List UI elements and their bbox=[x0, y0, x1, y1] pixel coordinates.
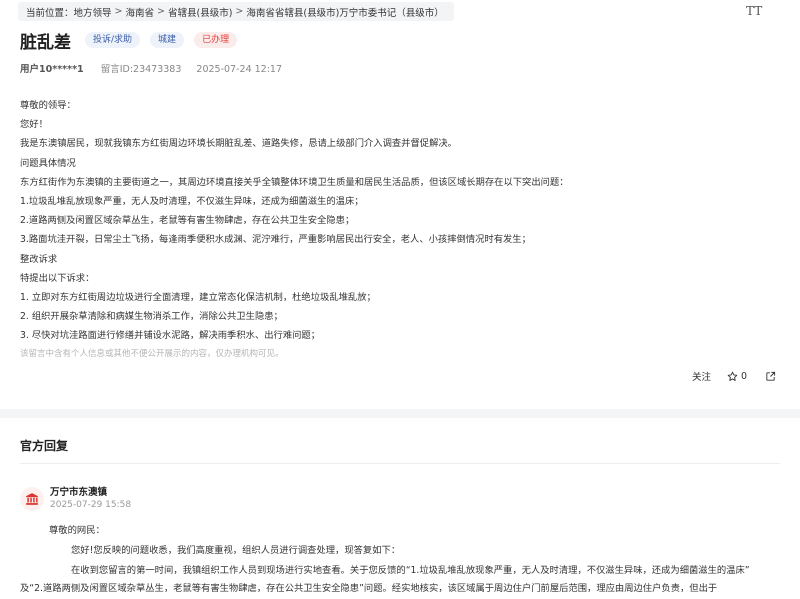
breadcrumb: 当前位置： 地方领导 > 海南省 > 省辖县(县级市) > 海南省省辖县(县级市… bbox=[18, 2, 454, 21]
breadcrumb-item-leaders[interactable]: 地方领导 bbox=[74, 5, 112, 19]
tag-field: 城建 bbox=[150, 32, 185, 48]
status-badge: 已办理 bbox=[194, 32, 238, 48]
like-button[interactable]: 0 bbox=[727, 371, 747, 382]
post-time: 2025-07-24 12:17 bbox=[196, 64, 283, 75]
like-count: 0 bbox=[741, 370, 748, 382]
message-card: 当前位置： 地方领导 > 海南省 > 省辖县(县级市) > 海南省省辖县(县级市… bbox=[0, 0, 800, 409]
content-line: 1.垃圾乱堆乱放现象严重，无人及时清理，不仅滋生异味，还成为细菌滋生的温床； bbox=[20, 195, 364, 207]
government-building-icon bbox=[20, 487, 44, 511]
content-line: 1. 立即对东方红街周边垃圾进行全面清理，建立常态化保洁机制，杜绝垃圾乱堆乱放； bbox=[20, 291, 376, 303]
font-size-toggle-icon[interactable]: TT bbox=[746, 4, 762, 18]
reply-heading: 官方回复 bbox=[20, 439, 69, 453]
reply-line: 及“2.道路两侧及闲置区域杂草丛生，老鼠等有害生物肆虐，存在公共卫生安全隐患”问… bbox=[20, 583, 718, 594]
reply-date: 2025-07-29 15:58 bbox=[50, 500, 132, 510]
content-line: 您好！ bbox=[20, 119, 48, 131]
content-line: 问题具体情况 bbox=[20, 157, 76, 169]
content-line: 3. 尽快对坑洼路面进行修缮并铺设水泥路，解决雨季积水、出行难问题； bbox=[20, 330, 321, 342]
breadcrumb-prefix: 当前位置： bbox=[26, 7, 74, 19]
official-reply-card: 官方回复 万宁市东澳镇 2025-07-29 15:58 尊敬的网民： 您好!您… bbox=[0, 418, 800, 599]
divider bbox=[20, 463, 780, 464]
breadcrumb-separator: > bbox=[235, 6, 244, 17]
content-line: 3.路面坑洼开裂，日常尘土飞扬，每逢雨季便积水成渊、泥泞难行，严重影响居民出行安… bbox=[20, 234, 531, 246]
post-meta: 用户10*****1 留言ID:23473383 2025-07-24 12:1… bbox=[20, 61, 282, 75]
message-id: 留言ID:23473383 bbox=[100, 64, 182, 75]
reply-body: 尊敬的网民： 您好!您反映的问题收悉，我们高度重视，组织人员进行调查处理，现答复… bbox=[49, 521, 750, 581]
title-row: 脏乱差 投诉/求助 城建 已办理 bbox=[20, 28, 247, 53]
post-user: 用户10*****1 bbox=[20, 64, 84, 75]
reply-line: 尊敬的网民： bbox=[49, 525, 105, 536]
content-line: 尊敬的领导： bbox=[20, 100, 76, 111]
reply-org-name: 万宁市东澳镇 bbox=[50, 487, 108, 498]
privacy-notice: 该留言中含有个人信息或其他不便公开展示的内容，仅办理机构可见。 bbox=[20, 349, 284, 359]
reply-line: 在收到您留言的第一时间，我镇组织工作人员到现场进行实地查看。关于您反馈的“1.垃… bbox=[71, 565, 750, 576]
tag-category: 投诉/求助 bbox=[85, 32, 141, 48]
post-actions: 关注 0 bbox=[692, 369, 776, 383]
star-icon bbox=[727, 371, 738, 381]
content-line: 特提出以下诉求： bbox=[20, 272, 95, 284]
reply-line: 您好!您反映的问题收悉，我们高度重视，组织人员进行调查处理，现答复如下： bbox=[71, 545, 401, 556]
page-title: 脏乱差 bbox=[20, 32, 71, 53]
content-line: 东方红街作为东澳镇的主要街道之一，其周边环境直接关乎全镇整体环境卫生质量和居民生… bbox=[20, 176, 569, 188]
breadcrumb-item-secretary[interactable]: 海南省省辖县(县级市)万宁市委书记（县级市） bbox=[246, 5, 443, 19]
content-line: 整改诉求 bbox=[20, 253, 58, 265]
breadcrumb-separator: > bbox=[114, 6, 123, 17]
content-line: 我是东澳镇居民，现就我镇东方红街周边环境长期脏乱差、道路失修，恳请上级部门介入调… bbox=[20, 138, 457, 150]
breadcrumb-item-county[interactable]: 省辖县(县级市) bbox=[168, 5, 232, 19]
share-icon[interactable] bbox=[765, 371, 776, 382]
breadcrumb-item-province[interactable]: 海南省 bbox=[126, 5, 155, 19]
breadcrumb-separator: > bbox=[157, 6, 165, 17]
follow-button[interactable]: 关注 bbox=[692, 369, 711, 383]
content-line: 2. 组织开展杂草清除和病媒生物消杀工作，消除公共卫生隐患； bbox=[20, 311, 283, 323]
message-content: 尊敬的领导： 您好！ 我是东澳镇居民，现就我镇东方红街周边环境长期脏乱差、道路失… bbox=[20, 96, 790, 345]
content-line: 2.道路两侧及闲置区域杂草丛生，老鼠等有害生物肆虐，存在公共卫生安全隐患； bbox=[20, 215, 355, 227]
